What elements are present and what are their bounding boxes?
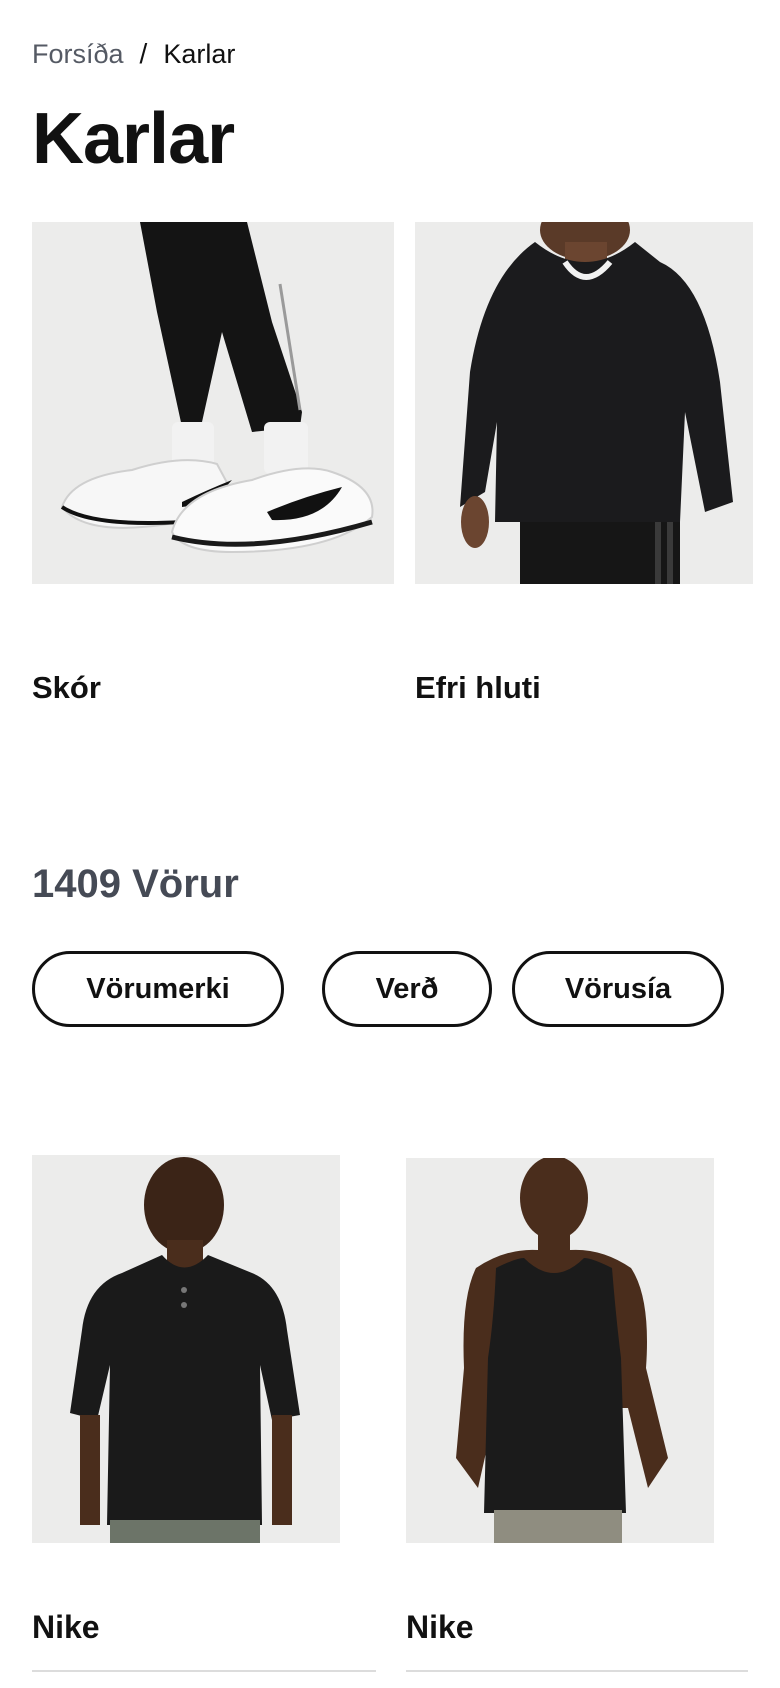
product-divider [406,1670,748,1672]
breadcrumb-home-link[interactable]: Forsíða [32,39,124,70]
breadcrumb-current: Karlar [163,38,236,69]
result-count: 1409 Vörur [32,862,239,906]
page-title: Karlar [32,99,235,179]
product-brand: Nike [406,1609,474,1645]
filter-button-price[interactable]: Verð [322,951,492,1027]
breadcrumb: Forsíða / Karlar [32,38,235,70]
category-card-tops[interactable]: Efri hluti [415,222,753,705]
category-label-shoes: Skór [32,670,101,705]
filter-button-filter[interactable]: Vörusía [512,951,724,1027]
filter-button-brand[interactable]: Vörumerki [32,951,284,1027]
product-image-tank[interactable] [406,1158,714,1543]
breadcrumb-separator: / [139,38,148,69]
product-divider [32,1670,376,1672]
category-card-shoes[interactable]: Skór [32,222,394,705]
product-image-polo[interactable] [32,1155,340,1543]
category-image-tops [415,222,753,584]
product-brand: Nike [32,1609,100,1645]
category-image-shoes [32,222,394,584]
category-label-tops: Efri hluti [415,670,541,705]
